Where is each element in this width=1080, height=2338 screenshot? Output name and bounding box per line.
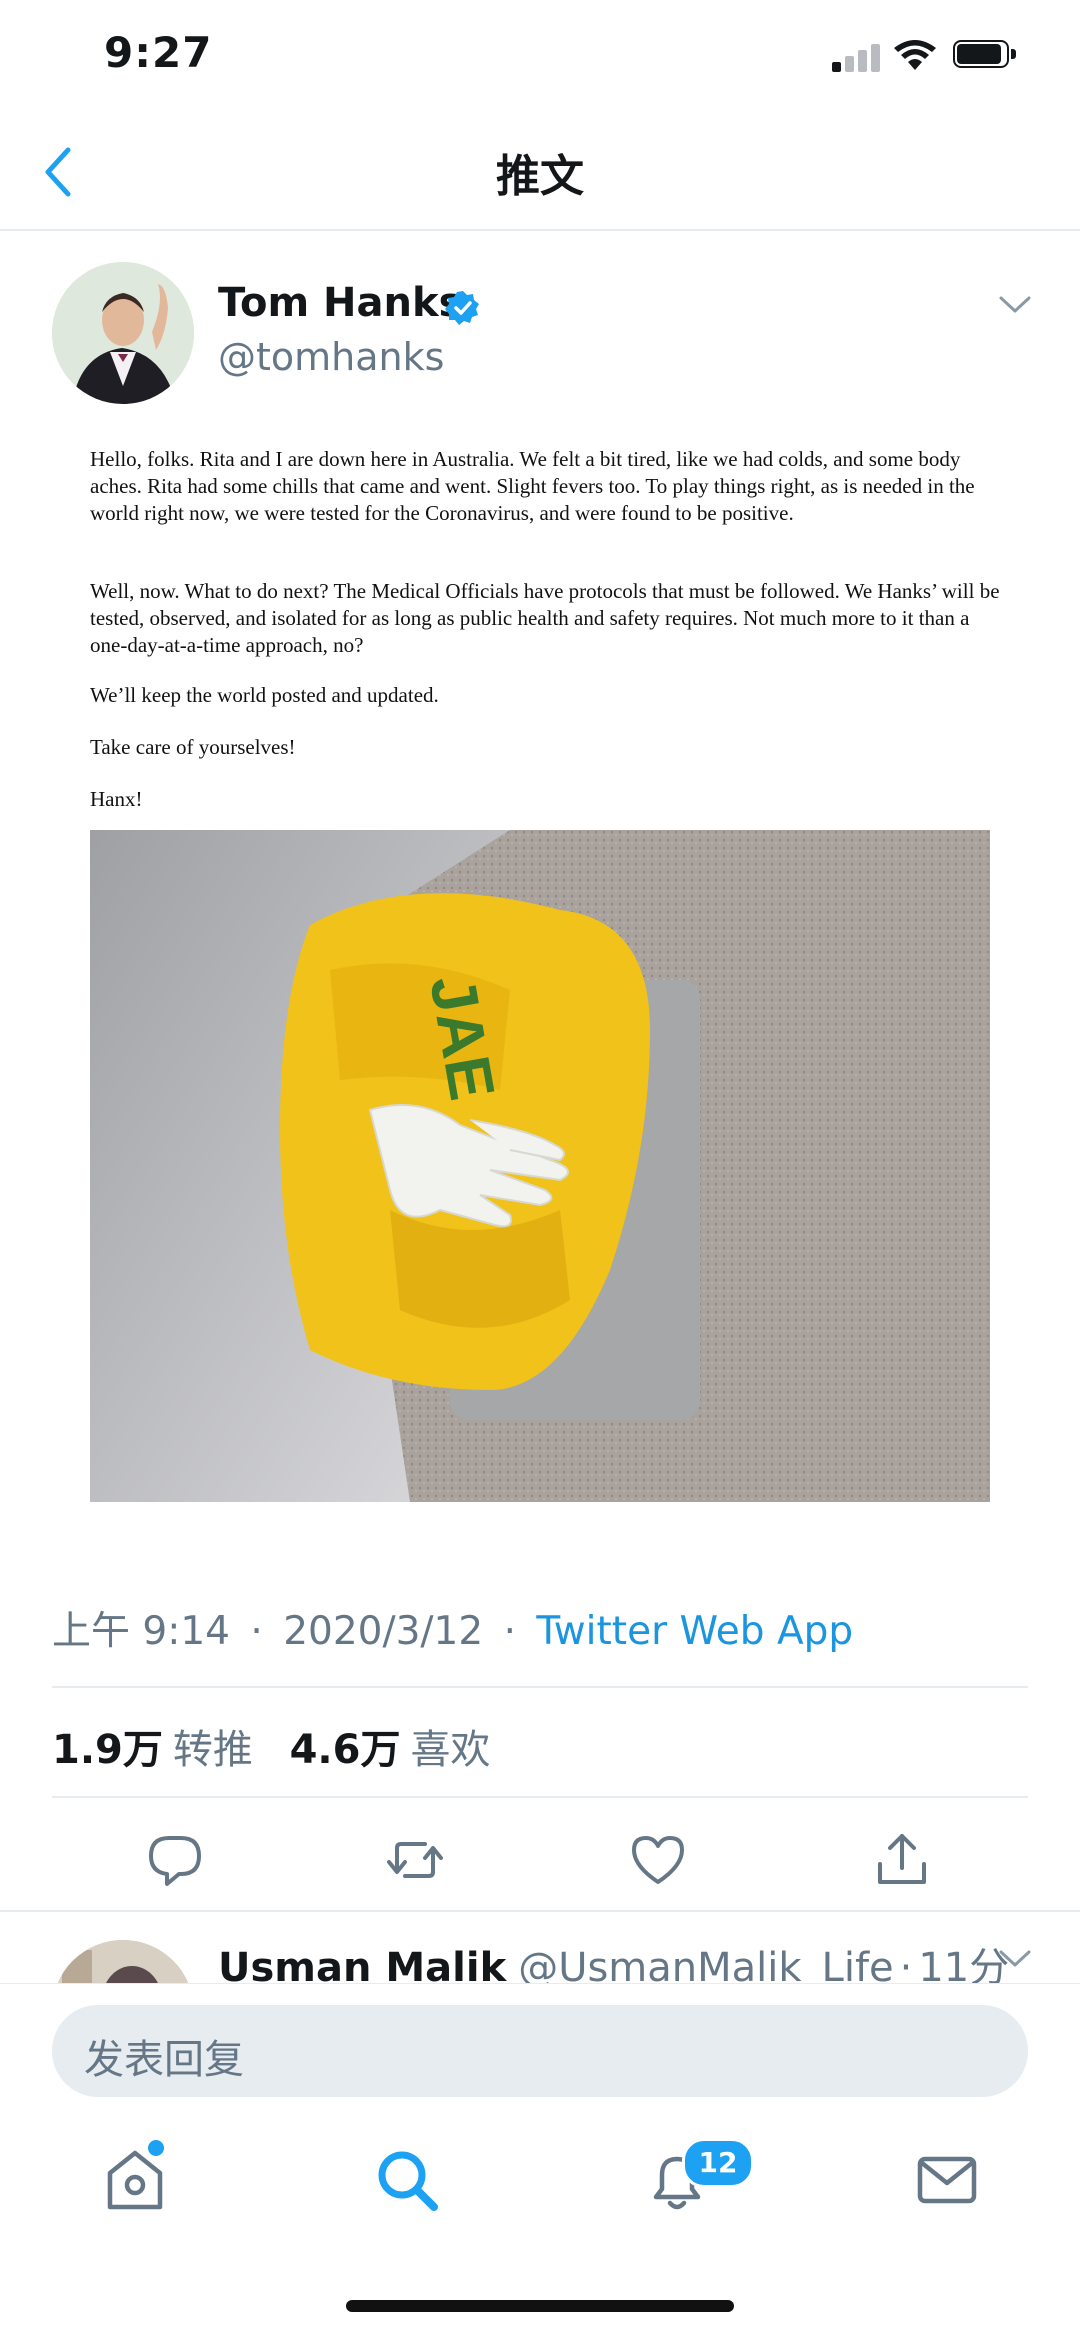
page-title: 推文 <box>496 151 584 202</box>
home-icon[interactable] <box>100 2145 170 2215</box>
tweet-source-link[interactable]: Twitter Web App <box>536 1609 853 1654</box>
author-name[interactable]: Tom Hanks <box>218 280 462 326</box>
nav-divider <box>0 229 1080 231</box>
retweet-icon[interactable] <box>385 1830 445 1890</box>
home-indicator <box>346 2300 734 2312</box>
chevron-down-icon[interactable] <box>998 294 1032 316</box>
tweet-image[interactable]: Hello, folks. Rita and I are down here i… <box>90 430 1000 1502</box>
note-paragraph: Hello, folks. Rita and I are down here i… <box>90 447 975 525</box>
likes-count: 4.6万 <box>289 1727 401 1773</box>
likes-label: 喜欢 <box>410 1727 491 1773</box>
search-icon[interactable] <box>372 2145 442 2215</box>
note-paragraph: Hanx! <box>90 787 143 811</box>
note-paragraph: We’ll keep the world posted and updated. <box>90 683 439 707</box>
reply-input[interactable]: 发表回复 <box>52 2005 1028 2097</box>
messages-icon[interactable] <box>912 2145 982 2215</box>
likes-stat[interactable]: 4.6万 喜欢 <box>290 1727 491 1773</box>
tweet-date: 2020/3/12 <box>283 1609 484 1654</box>
verified-badge-icon <box>445 291 479 325</box>
divider <box>52 1796 1028 1798</box>
tweet-timestamp: 上午 9:14 · 2020/3/12 · Twitter Web App <box>52 1600 853 1656</box>
share-icon[interactable] <box>872 1830 932 1890</box>
status-time: 9:27 <box>104 28 213 77</box>
meta-separator: · <box>503 1609 516 1654</box>
chevron-down-icon[interactable] <box>998 1948 1032 1970</box>
divider <box>0 1910 1080 1912</box>
wifi-icon <box>894 40 936 70</box>
bag-photo: JAE <box>90 830 990 1502</box>
tweet-stats: 1.9万 转推 4.6万 喜欢 <box>52 1717 490 1775</box>
reply-icon[interactable] <box>145 1830 205 1890</box>
tweet-time: 上午 9:14 <box>52 1609 230 1654</box>
author-avatar[interactable] <box>52 262 194 404</box>
like-icon[interactable] <box>628 1830 688 1890</box>
retweets-label: 转推 <box>172 1727 253 1773</box>
retweets-count: 1.9万 <box>52 1727 163 1773</box>
notifications-badge: 12 <box>682 2138 754 2188</box>
note-paragraph: Well, now. What to do next? The Medical … <box>90 579 1000 657</box>
divider <box>52 1686 1028 1688</box>
author-handle[interactable]: @tomhanks <box>218 335 444 379</box>
battery-icon <box>953 40 1017 70</box>
note-paragraph: Take care of yourselves! <box>90 735 296 759</box>
reply-input-placeholder: 发表回复 <box>84 2037 244 2083</box>
home-new-dot <box>148 2140 164 2156</box>
signal-icon <box>832 42 880 72</box>
retweets-stat[interactable]: 1.9万 转推 <box>52 1727 266 1773</box>
meta-separator: · <box>250 1609 263 1654</box>
